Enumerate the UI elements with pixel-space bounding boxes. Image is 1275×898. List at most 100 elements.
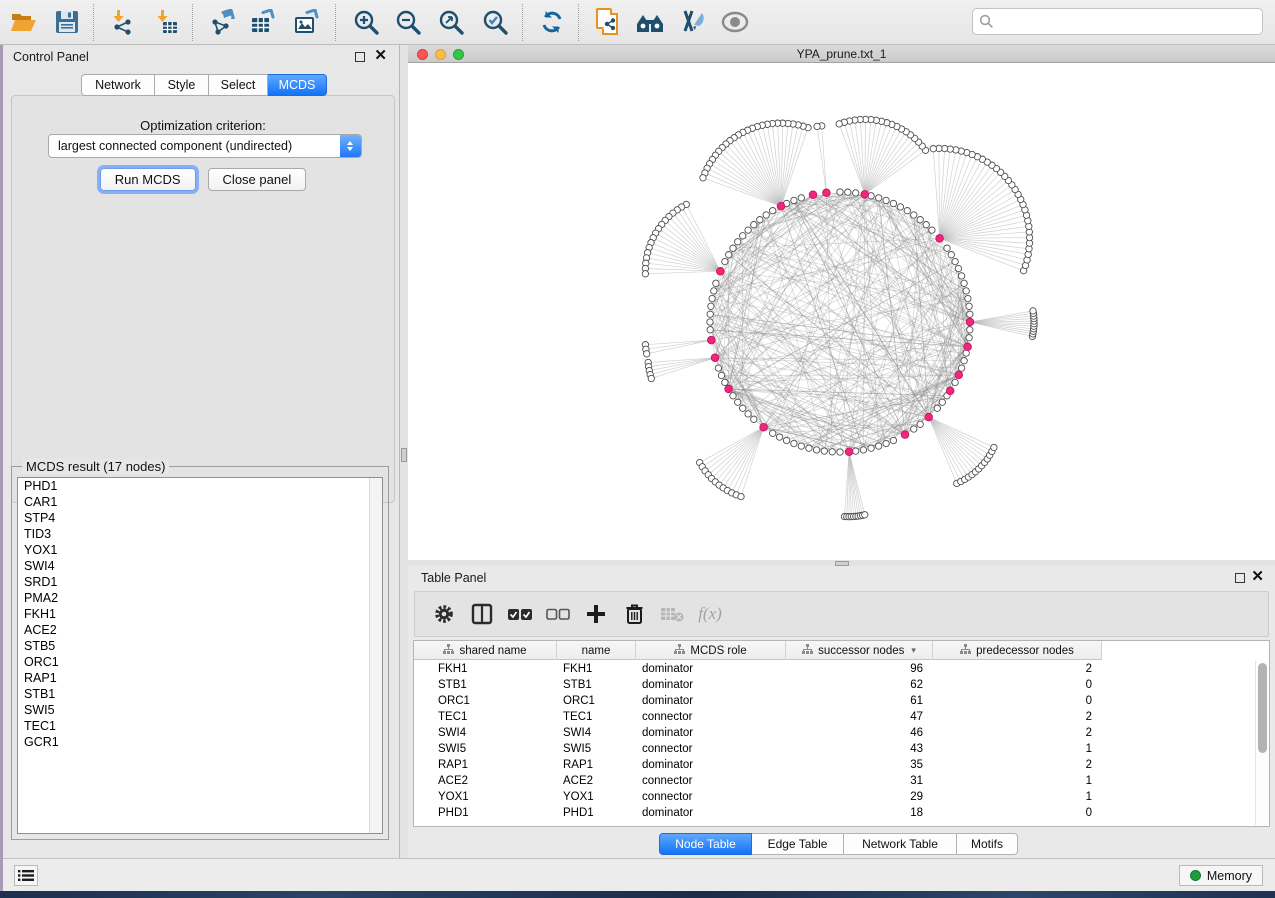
table-cell[interactable]: YOX1 [414, 789, 557, 805]
table-cell[interactable]: SWI5 [414, 741, 557, 757]
table-cell[interactable]: 0 [933, 693, 1102, 709]
zoom-fit-icon[interactable] [436, 7, 466, 37]
table-cell[interactable]: ORC1 [414, 693, 557, 709]
table-cell[interactable]: YOX1 [557, 789, 636, 805]
tab-style[interactable]: Style [155, 74, 209, 96]
mcds-result-item[interactable]: STB5 [18, 638, 382, 654]
table-cell[interactable]: 0 [933, 805, 1102, 821]
mcds-result-item[interactable]: SWI5 [18, 702, 382, 718]
table-cell[interactable]: 62 [786, 677, 933, 693]
mcds-result-item[interactable]: STB1 [18, 686, 382, 702]
save-session-icon[interactable] [52, 7, 82, 37]
mcds-result-item[interactable]: ACE2 [18, 622, 382, 638]
table-cell[interactable]: TEC1 [557, 709, 636, 725]
mcds-result-item[interactable]: GCR1 [18, 734, 382, 750]
refresh-layout-icon[interactable] [537, 7, 567, 37]
mcds-result-item[interactable]: SRD1 [18, 574, 382, 590]
close-panel-icon[interactable]: ✕ [374, 47, 387, 65]
zoom-in-icon[interactable] [351, 7, 381, 37]
search-field[interactable] [972, 8, 1263, 35]
mcds-result-item[interactable]: STP4 [18, 510, 382, 526]
style-hide-icon[interactable] [678, 7, 708, 37]
table-cell[interactable]: SWI4 [557, 725, 636, 741]
table-row[interactable]: ACE2ACE2connector311 [414, 773, 1255, 789]
splitter-handle[interactable] [401, 448, 407, 462]
table-cell[interactable]: 1 [933, 789, 1102, 805]
table-cell[interactable]: RAP1 [414, 757, 557, 773]
mcds-result-item[interactable]: YOX1 [18, 542, 382, 558]
search-input[interactable] [994, 15, 1262, 29]
table-cell[interactable]: RAP1 [557, 757, 636, 773]
table-row[interactable]: SWI4SWI4dominator462 [414, 725, 1255, 741]
table-cell[interactable]: PHD1 [557, 805, 636, 821]
table-cell[interactable]: 2 [933, 725, 1102, 741]
tab-edge-table[interactable]: Edge Table [752, 833, 844, 855]
table-cell[interactable]: connector [636, 709, 786, 725]
export-image-icon[interactable] [292, 7, 322, 37]
float-panel-icon[interactable] [1235, 573, 1245, 583]
table-row[interactable]: YOX1YOX1connector291 [414, 789, 1255, 805]
status-menu-button[interactable] [14, 865, 38, 886]
table-cell[interactable]: connector [636, 741, 786, 757]
export-network-icon[interactable] [208, 7, 238, 37]
deselect-all-icon[interactable] [539, 608, 577, 621]
table-cell[interactable]: ACE2 [414, 773, 557, 789]
table-cell[interactable]: 29 [786, 789, 933, 805]
table-cell[interactable]: 2 [933, 709, 1102, 725]
mcds-result-item[interactable]: ORC1 [18, 654, 382, 670]
criterion-select[interactable]: largest connected component (undirected) [48, 134, 362, 158]
table-cell[interactable]: 1 [933, 741, 1102, 757]
table-cell[interactable]: FKH1 [557, 661, 636, 677]
mcds-result-item[interactable]: FKH1 [18, 606, 382, 622]
table-cell[interactable]: 43 [786, 741, 933, 757]
float-panel-icon[interactable] [355, 52, 365, 62]
column-header-shared-name[interactable]: shared name [414, 641, 557, 660]
table-row[interactable]: PHD1PHD1dominator180 [414, 805, 1255, 821]
mcds-result-item[interactable]: CAR1 [18, 494, 382, 510]
close-panel-icon[interactable]: ✕ [1251, 568, 1264, 586]
tab-node-table[interactable]: Node Table [659, 833, 752, 855]
tab-motifs[interactable]: Motifs [957, 833, 1018, 855]
table-cell[interactable]: 47 [786, 709, 933, 725]
column-header-name[interactable]: name [557, 641, 636, 660]
table-cell[interactable]: 61 [786, 693, 933, 709]
mcds-result-item[interactable]: RAP1 [18, 670, 382, 686]
table-row[interactable]: RAP1RAP1dominator352 [414, 757, 1255, 773]
table-cell[interactable]: dominator [636, 757, 786, 773]
table-cell[interactable]: PHD1 [414, 805, 557, 821]
mcds-result-item[interactable]: PHD1 [18, 478, 382, 494]
table-row[interactable]: SWI5SWI5connector431 [414, 741, 1255, 757]
tab-select[interactable]: Select [209, 74, 268, 96]
table-row[interactable]: FKH1FKH1dominator962 [414, 661, 1255, 677]
tab-network-table[interactable]: Network Table [844, 833, 957, 855]
column-header-successor-nodes[interactable]: successor nodes▾ [786, 641, 933, 660]
table-cell[interactable]: ACE2 [557, 773, 636, 789]
table-cell[interactable]: 35 [786, 757, 933, 773]
table-cell[interactable]: dominator [636, 693, 786, 709]
memory-button[interactable]: Memory [1179, 865, 1263, 886]
close-panel-button[interactable]: Close panel [208, 168, 307, 191]
mcds-result-list[interactable]: PHD1CAR1STP4TID3YOX1SWI4SRD1PMA2FKH1ACE2… [17, 477, 383, 834]
network-titlebar[interactable]: YPA_prune.txt_1 [408, 45, 1275, 63]
table-cell[interactable]: dominator [636, 805, 786, 821]
column-header-MCDS-role[interactable]: MCDS role [636, 641, 786, 660]
network-from-file-icon[interactable] [593, 7, 623, 37]
zoom-selected-icon[interactable] [480, 7, 510, 37]
zoom-out-icon[interactable] [393, 7, 423, 37]
add-column-icon[interactable] [577, 604, 615, 624]
table-row[interactable]: STB1STB1dominator620 [414, 677, 1255, 693]
table-cell[interactable]: 46 [786, 725, 933, 741]
table-cell[interactable]: 2 [933, 661, 1102, 677]
first-neighbors-icon[interactable] [635, 7, 665, 37]
import-network-icon[interactable] [108, 7, 138, 37]
table-scrollbar[interactable] [1255, 661, 1268, 825]
mcds-result-item[interactable]: TID3 [18, 526, 382, 542]
table-cell[interactable]: 18 [786, 805, 933, 821]
scrollbar-thumb[interactable] [1258, 663, 1267, 753]
column-header-predecessor-nodes[interactable]: predecessor nodes [933, 641, 1102, 660]
network-canvas[interactable] [408, 63, 1275, 560]
result-list-scrollbar[interactable] [369, 478, 382, 833]
table-cell[interactable]: dominator [636, 661, 786, 677]
table-cell[interactable]: FKH1 [414, 661, 557, 677]
table-cell[interactable]: dominator [636, 677, 786, 693]
